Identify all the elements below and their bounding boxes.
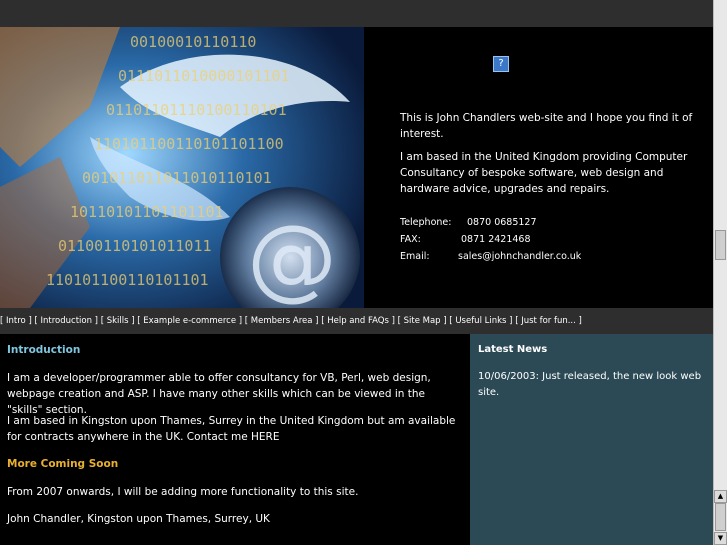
contact-row-fax: FAX: 0871 2421468 bbox=[400, 231, 581, 248]
more-coming-heading: More Coming Soon bbox=[7, 458, 119, 470]
header-scroll-thumb[interactable] bbox=[715, 230, 726, 260]
hero-at-symbol: @ bbox=[247, 206, 337, 308]
help-icon[interactable]: ? bbox=[493, 56, 509, 72]
nav-link-useful-links[interactable]: [ Useful Links ] bbox=[449, 316, 512, 326]
site-header: @ 00100010110110 0111011010000101101 01101… bbox=[0, 27, 713, 308]
hero-binary-row: 10110101101101101 bbox=[70, 203, 224, 221]
hero-binary-row: 01101101110100110101 bbox=[106, 101, 287, 119]
nav-link-skills[interactable]: [ Skills ] bbox=[101, 316, 135, 326]
news-item: 10/06/2003: Just released, the new look … bbox=[478, 371, 702, 398]
nav-link-site-map[interactable]: [ Site Map ] bbox=[398, 316, 447, 326]
content-scrollbar[interactable]: ▲ ▼ bbox=[713, 490, 727, 545]
contact-label: FAX: bbox=[400, 234, 421, 245]
top-frame bbox=[0, 0, 727, 27]
hero-image: @ 00100010110110 0111011010000101101 01101… bbox=[0, 27, 364, 308]
latest-news-heading: Latest News bbox=[478, 344, 548, 355]
hero-binary-row: 00100010110110 bbox=[130, 33, 256, 51]
header-scrollbar[interactable] bbox=[713, 0, 727, 490]
contact-row-email: Email: sales@johnchandler.co.uk bbox=[400, 248, 581, 265]
scroll-down-icon[interactable]: ▼ bbox=[714, 532, 727, 545]
hero-graphic: @ 00100010110110 0111011010000101101 01101… bbox=[0, 27, 364, 308]
scroll-up-icon[interactable]: ▲ bbox=[714, 490, 727, 503]
telephone-value: 0870 0685127 bbox=[467, 217, 537, 228]
contact-label: Email: bbox=[400, 251, 430, 262]
email-link[interactable]: sales@johnchandler.co.uk bbox=[458, 248, 581, 265]
nav-link-introduction[interactable]: [ Introduction ] bbox=[34, 316, 98, 326]
header-intro-paragraph-2: I am based in the United Kingdom providi… bbox=[400, 151, 688, 195]
nav-bar: [ Intro ] [ Introduction ] [ Skills ] [ … bbox=[0, 308, 713, 334]
intro-paragraph-2: I am based in Kingston upon Thames, Surr… bbox=[7, 415, 456, 443]
fax-value: 0871 2421468 bbox=[461, 234, 531, 245]
hero-binary-row: 110101100110101101 bbox=[46, 271, 209, 289]
intro-paragraph-1: I am a developer/programmer able to offe… bbox=[7, 372, 431, 416]
contact-label: Telephone: bbox=[400, 217, 452, 228]
intro-paragraph-3: From 2007 onwards, I will be adding more… bbox=[7, 486, 359, 498]
introduction-heading: Introduction bbox=[7, 344, 81, 356]
nav-link-example-ecommerce[interactable]: [ Example e-commerce ] bbox=[137, 316, 242, 326]
nav-link-intro[interactable]: [ Intro ] bbox=[0, 316, 32, 326]
nav-link-just-for-fun[interactable]: [ Just for fun... ] bbox=[515, 316, 582, 326]
main-content: Introduction I am a developer/programmer… bbox=[0, 334, 470, 545]
contact-row-telephone: Telephone: 0870 0685127 bbox=[400, 214, 581, 231]
hero-binary-row: 0111011010000101101 bbox=[118, 67, 290, 85]
signature-line: John Chandler, Kingston upon Thames, Sur… bbox=[7, 513, 270, 525]
nav-link-help-faqs[interactable]: [ Help and FAQs ] bbox=[321, 316, 395, 326]
header-intro: This is John Chandlers web-site and I ho… bbox=[400, 110, 700, 204]
hero-binary-row: 01100110101011011 bbox=[58, 237, 212, 255]
contact-details: Telephone: 0870 0685127 FAX: 0871 242146… bbox=[400, 214, 581, 265]
latest-news-panel: Latest News 10/06/2003: Just released, t… bbox=[470, 334, 713, 545]
header-intro-paragraph-1: This is John Chandlers web-site and I ho… bbox=[400, 112, 693, 140]
content-scroll-thumb[interactable] bbox=[715, 503, 726, 531]
hero-binary-row: 001011011011010110101 bbox=[82, 169, 272, 187]
hero-binary-row: 110101100110101101100 bbox=[94, 135, 284, 153]
nav-link-members-area[interactable]: [ Members Area ] bbox=[245, 316, 319, 326]
